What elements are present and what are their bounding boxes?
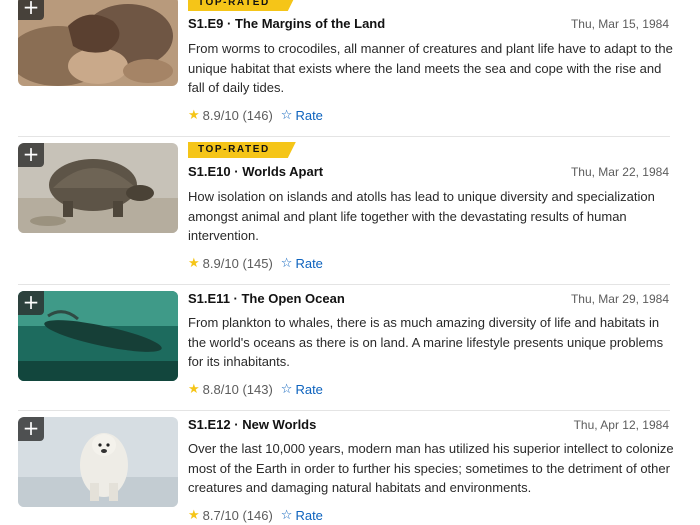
divider bbox=[18, 410, 670, 411]
rate-button[interactable]: ☆ Rate bbox=[281, 108, 323, 123]
episode-title[interactable]: S1.E10 · Worlds Apart bbox=[188, 164, 323, 179]
star-outline-icon: ☆ bbox=[280, 256, 293, 271]
rate-label: Rate bbox=[295, 256, 323, 271]
rating-count: (146) bbox=[242, 108, 273, 123]
rate-button[interactable]: ☆ Rate bbox=[281, 382, 323, 397]
rating-value: 8.7/10 bbox=[202, 508, 239, 523]
rating-value: 8.9/10 bbox=[202, 256, 239, 271]
episode-air-date: Thu, Apr 12, 1984 bbox=[573, 418, 669, 432]
episode-rating: ★ 8.9/10 (145) ☆ Rate bbox=[188, 256, 323, 271]
add-to-watchlist-button[interactable]: + bbox=[18, 0, 44, 20]
episode-thumbnail[interactable]: + bbox=[18, 143, 178, 233]
star-icon: ★ bbox=[188, 382, 200, 397]
episode-title[interactable]: S1.E11 · The Open Ocean bbox=[188, 291, 345, 306]
divider bbox=[18, 284, 670, 285]
episode-rating: ★ 8.9/10 (146) ☆ Rate bbox=[188, 108, 323, 123]
episode-title[interactable]: S1.E9 · The Margins of the Land bbox=[188, 16, 385, 31]
episode-description: From plankton to whales, there is as muc… bbox=[188, 315, 664, 369]
top-rated-badge: TOP-RATED bbox=[188, 142, 296, 158]
episode-thumbnail[interactable]: + bbox=[18, 291, 178, 381]
rating-count: (145) bbox=[242, 256, 273, 271]
rate-label: Rate bbox=[295, 382, 323, 397]
rate-label: Rate bbox=[295, 508, 323, 523]
star-outline-icon: ☆ bbox=[280, 108, 293, 123]
episode-description: From worms to crocodiles, all manner of … bbox=[188, 41, 673, 95]
episode-thumbnail[interactable]: + bbox=[18, 0, 178, 86]
star-icon: ★ bbox=[188, 508, 200, 523]
add-to-watchlist-button[interactable]: + bbox=[18, 143, 44, 167]
rating-count: (143) bbox=[242, 382, 273, 397]
add-to-watchlist-button[interactable]: + bbox=[18, 417, 44, 441]
star-icon: ★ bbox=[188, 108, 200, 123]
episode-title[interactable]: S1.E12 · New Worlds bbox=[188, 417, 316, 432]
episode-description: Over the last 10,000 years, modern man h… bbox=[188, 441, 674, 495]
top-rated-badge: TOP-RATED bbox=[188, 0, 296, 11]
rate-button[interactable]: ☆ Rate bbox=[281, 508, 323, 523]
divider bbox=[18, 136, 670, 137]
rating-value: 8.8/10 bbox=[202, 382, 239, 397]
add-to-watchlist-button[interactable]: + bbox=[18, 291, 44, 315]
episode-thumbnail[interactable]: + bbox=[18, 417, 178, 507]
star-outline-icon: ☆ bbox=[280, 508, 293, 523]
rating-count: (146) bbox=[242, 508, 273, 523]
episode-air-date: Thu, Mar 22, 1984 bbox=[570, 165, 669, 179]
rating-value: 8.9/10 bbox=[202, 108, 239, 123]
episode-rating: ★ 8.7/10 (146) ☆ Rate bbox=[188, 508, 323, 523]
star-icon: ★ bbox=[188, 256, 200, 271]
rate-button[interactable]: ☆ Rate bbox=[281, 256, 323, 271]
episode-rating: ★ 8.8/10 (143) ☆ Rate bbox=[188, 382, 323, 397]
rate-label: Rate bbox=[295, 108, 323, 123]
episode-air-date: Thu, Mar 29, 1984 bbox=[570, 292, 669, 306]
episode-air-date: Thu, Mar 15, 1984 bbox=[570, 17, 669, 31]
star-outline-icon: ☆ bbox=[280, 382, 293, 397]
episode-description: How isolation on islands and atolls has … bbox=[188, 189, 655, 243]
